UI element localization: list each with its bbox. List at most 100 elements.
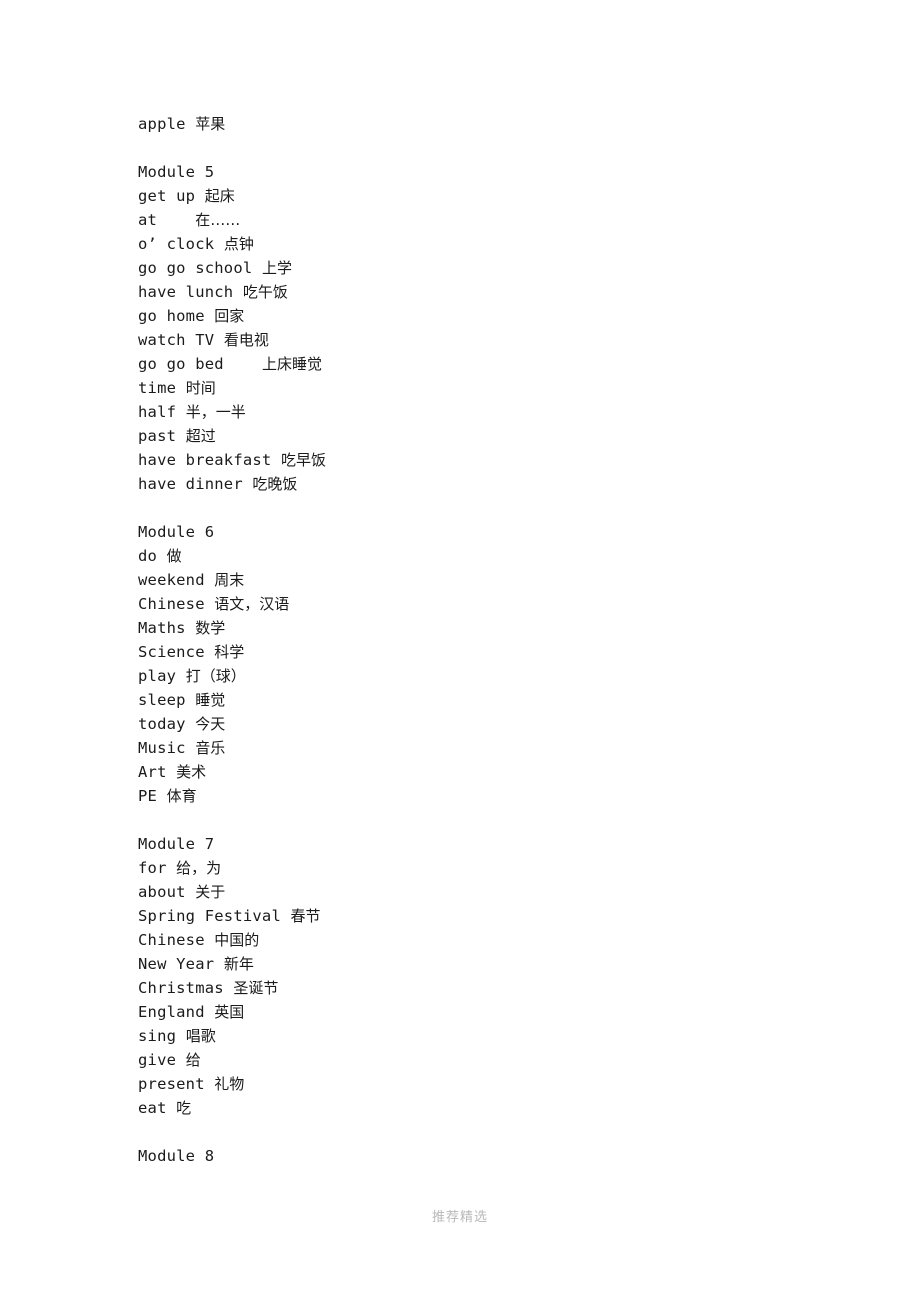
vocab-term-chinese: 春节 [290,907,321,925]
vocab-separator [252,259,262,277]
vocab-term-chinese: 科学 [214,643,245,661]
vocab-entry: have breakfast 吃早饭 [138,448,838,472]
vocab-term-english: time [138,379,177,397]
vocab-term-english: do [138,547,158,565]
vocab-term-chinese: 超过 [185,427,216,445]
vocabulary-list: apple 苹果 Module 5 get up 起床 at 在…… o’ clock… [138,112,838,1168]
vocab-entry: today 今天 [138,712,838,736]
vocab-term-chinese: 音乐 [195,739,226,757]
vocab-entry: go go bed 上床睡觉 [138,352,838,376]
vocab-entry: Christmas 圣诞节 [138,976,838,1000]
vocab-term-english: past [138,427,177,445]
vocab-term-english: about [138,883,186,901]
vocab-entry: England 英国 [138,1000,838,1024]
vocab-term-english: PE [138,787,158,805]
document-page: apple 苹果 Module 5 get up 起床 at 在…… o’ clock… [0,0,920,1302]
vocab-separator [157,547,167,565]
vocab-term-english: sleep [138,691,186,709]
vocab-separator [176,1027,186,1045]
vocab-term-english: for [138,859,167,877]
vocab-term-english: o’ clock [138,235,215,253]
vocab-term-chinese: 关于 [195,883,226,901]
vocab-separator [186,739,196,757]
vocab-separator [205,643,215,661]
vocab-term-chinese: 点钟 [223,235,254,253]
vocab-separator [176,1051,186,1069]
vocab-entry: Science 科学 [138,640,838,664]
vocab-term-english: go home [138,307,205,325]
vocab-separator [176,427,186,445]
vocab-term-english: have dinner [138,475,243,493]
vocab-entry: PE 体育 [138,784,838,808]
vocab-entry: o’ clock 点钟 [138,232,838,256]
vocab-term-chinese: 时间 [185,379,216,397]
vocab-separator [176,379,186,397]
vocab-term-chinese: 唱歌 [185,1027,216,1045]
vocab-term-chinese: 礼物 [214,1075,245,1093]
vocab-term-chinese: 新年 [223,955,254,973]
vocab-entry: New Year 新年 [138,952,838,976]
vocab-entry: weekend 周末 [138,568,838,592]
vocab-term-english: Christmas [138,979,224,997]
vocab-term-english: give [138,1051,177,1069]
vocab-term-english: Music [138,739,186,757]
vocab-term-english: have lunch [138,283,234,301]
vocab-entry: Art 美术 [138,760,838,784]
vocab-entry: Spring Festival 春节 [138,904,838,928]
page-footer-watermark: 推荐精选 [431,1210,488,1225]
vocab-term-english: play [138,667,177,685]
vocab-separator [157,211,195,229]
vocab-term-chinese: 吃午饭 [242,283,288,301]
vocab-separator [157,787,167,805]
vocab-entry: past 超过 [138,424,838,448]
vocab-entry: go go school 上学 [138,256,838,280]
vocab-term-chinese: 周末 [214,571,245,589]
vocab-entry: for 给，为 [138,856,838,880]
vocab-separator [186,715,196,733]
vocab-separator [281,907,291,925]
vocab-term-english: New Year [138,955,215,973]
vocab-entry: get up 起床 [138,184,838,208]
vocab-separator [233,283,243,301]
vocab-entry: sing 唱歌 [138,1024,838,1048]
vocab-term-chinese: 给 [185,1051,201,1069]
vocab-entry: have dinner 吃晚饭 [138,472,838,496]
vocab-separator [205,307,215,325]
vocab-separator [214,955,224,973]
vocab-entry: present 礼物 [138,1072,838,1096]
vocab-entry: give 给 [138,1048,838,1072]
vocab-separator [214,331,224,349]
vocab-term-english: Spring Festival [138,907,281,925]
vocab-term-english: weekend [138,571,205,589]
vocab-term-chinese: 回家 [214,307,245,325]
vocab-entry: at 在…… [138,208,838,232]
vocab-term-chinese: 吃晚饭 [252,475,298,493]
vocab-term-english: Maths [138,619,186,637]
vocab-term-english: go go school [138,259,253,277]
vocab-term-chinese: 体育 [166,787,197,805]
vocab-entry: sleep 睡觉 [138,688,838,712]
vocab-term-chinese: 语文，汉语 [214,595,290,613]
vocab-entry: do 做 [138,544,838,568]
vocab-separator [176,403,186,421]
vocab-term-english: Science [138,643,205,661]
vocab-term-english: Art [138,763,167,781]
vocab-entry: Chinese 中国的 [138,928,838,952]
vocab-term-chinese: 苹果 [195,115,226,133]
vocab-term-english: England [138,1003,205,1021]
vocab-entry: Chinese 语文，汉语 [138,592,838,616]
vocab-term-english: get up [138,187,196,205]
vocab-separator [271,451,281,469]
vocab-term-chinese: 睡觉 [195,691,226,709]
module-heading: Module 7 [138,835,215,853]
vocab-separator [205,595,215,613]
vocab-separator [224,979,234,997]
vocab-entry: time 时间 [138,376,838,400]
vocab-term-chinese: 打（球） [185,667,246,685]
vocab-term-chinese: 今天 [195,715,226,733]
vocab-term-english: go go bed [138,355,224,373]
vocab-term-chinese: 起床 [204,187,235,205]
